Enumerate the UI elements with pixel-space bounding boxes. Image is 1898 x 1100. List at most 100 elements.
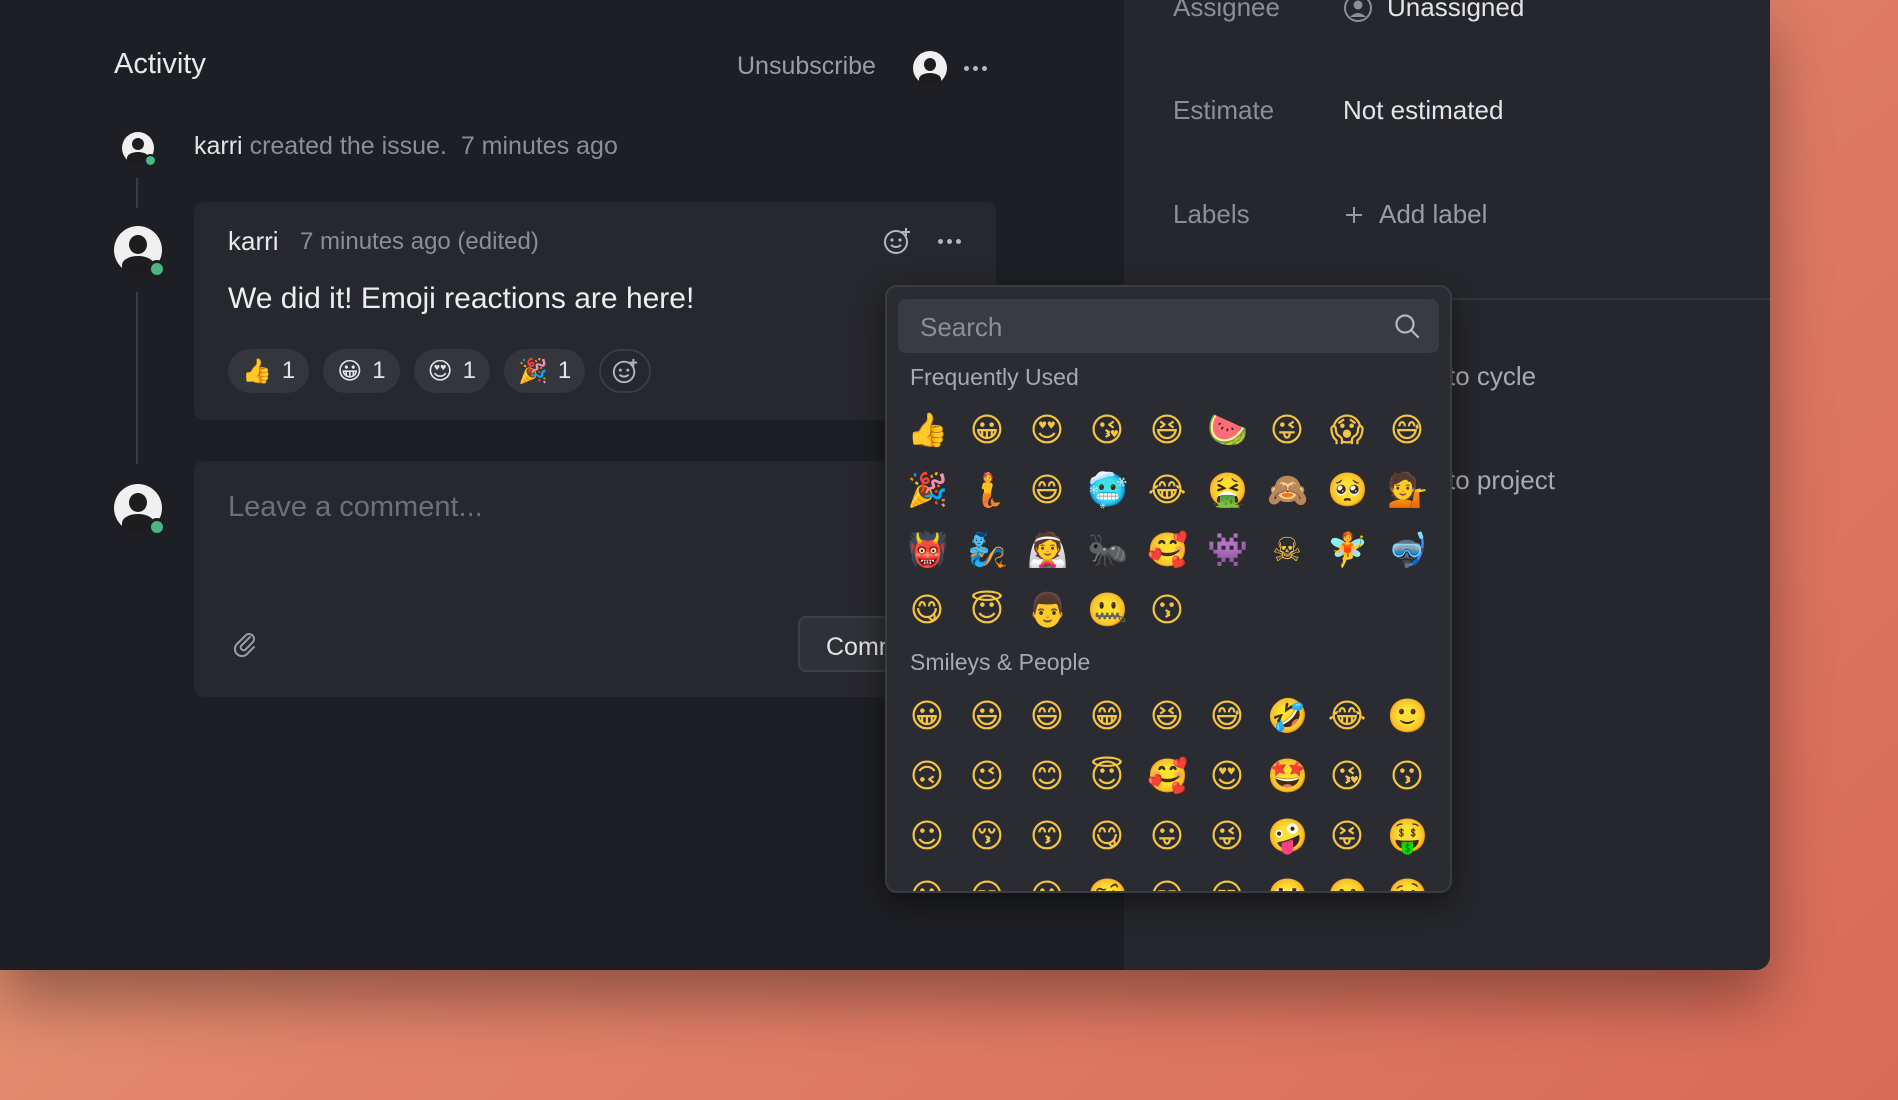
emoji-option-icon[interactable]: ☠ — [1267, 530, 1307, 570]
emoji-option-icon[interactable]: 😐 — [907, 876, 947, 891]
add-label-button[interactable]: Add label — [1343, 199, 1487, 230]
emoji-option-icon[interactable]: 😋 — [907, 590, 947, 630]
emoji-option-icon[interactable]: 🤩 — [1267, 756, 1308, 796]
add-to-cycle[interactable]: to cycle — [1448, 361, 1536, 392]
emoji-option-icon[interactable]: 💁 — [1387, 470, 1428, 510]
emoji-option-icon[interactable]: 😆 — [1147, 410, 1187, 450]
online-indicator — [148, 260, 166, 278]
created-event: karri created the issue. 7 minutes ago — [194, 132, 618, 161]
emoji-option-icon[interactable]: 😋 — [1087, 816, 1127, 856]
emoji-option-icon[interactable]: 😄 — [1027, 696, 1067, 736]
reaction-chip[interactable]: 😍 1 — [413, 349, 491, 393]
add-reaction-button[interactable] — [599, 349, 652, 393]
comment-more-icon[interactable] — [938, 239, 961, 244]
comment-input[interactable]: Leave a comment... — [228, 491, 483, 524]
emoji-option-icon[interactable]: 😜 — [1207, 816, 1247, 856]
emoji-option-icon[interactable]: 🙄 — [1267, 876, 1308, 891]
comment-author[interactable]: karri — [228, 226, 279, 257]
emoji-option-icon[interactable]: 😶 — [1027, 876, 1067, 891]
emoji-option-icon[interactable]: 🤐 — [1087, 590, 1128, 630]
emoji-option-icon[interactable]: 😉 — [967, 756, 1007, 796]
emoji-option-icon[interactable]: 😝 — [1327, 816, 1367, 856]
labels-label: Labels — [1173, 199, 1250, 229]
emoji-option-icon[interactable]: 🥰 — [1147, 530, 1188, 570]
emoji-option-icon[interactable]: 🤣 — [1267, 696, 1308, 736]
emoji-option-icon[interactable]: 😄 — [1027, 470, 1067, 510]
emoji-option-icon[interactable]: 🍉 — [1207, 410, 1248, 450]
emoji-option-icon[interactable]: 👍 — [907, 410, 948, 450]
emoji-option-icon[interactable]: 👾 — [1207, 530, 1248, 570]
emoji-option-icon[interactable]: 😜 — [1267, 410, 1307, 450]
emoji-option-icon[interactable]: 😒 — [1207, 876, 1247, 891]
emoji-option-icon[interactable]: 😗 — [1387, 756, 1427, 796]
emoji-option-icon[interactable]: 😘 — [1327, 756, 1367, 796]
emoji-option-icon[interactable]: 👰 — [1027, 530, 1068, 570]
emoji-option-icon[interactable]: 🤪 — [1267, 816, 1308, 856]
paperclip-icon[interactable] — [232, 629, 258, 659]
emoji-option-icon[interactable]: 😘 — [1087, 410, 1127, 450]
app-window: Assignee Unassigned Estimate Not estimat… — [0, 0, 1770, 970]
emoji-option-icon[interactable]: 🤑 — [1387, 816, 1428, 856]
emoji-option-icon[interactable]: 😇 — [1087, 756, 1127, 796]
emoji-search-input[interactable]: Search — [898, 299, 1439, 353]
unsubscribe-button[interactable]: Unsubscribe — [737, 52, 876, 81]
emoji-option-icon[interactable]: 🤨 — [1087, 876, 1128, 891]
emoji-option-icon[interactable]: 😆 — [1147, 696, 1187, 736]
emoji-option-icon[interactable]: 😀 — [967, 410, 1007, 450]
emoji-option-icon[interactable]: 😙 — [1027, 816, 1067, 856]
emoji-option-icon[interactable]: 🧚 — [1327, 530, 1368, 570]
emoji-option-icon[interactable]: 😇 — [967, 590, 1007, 630]
timeline-line — [136, 178, 138, 208]
emoji-option-icon[interactable]: 🐜 — [1087, 530, 1128, 570]
subscriber-avatar[interactable] — [913, 51, 947, 85]
emoji-option-icon[interactable]: 😁 — [1087, 696, 1127, 736]
emoji-option-icon[interactable]: 👨 — [1027, 590, 1068, 630]
emoji-option-icon[interactable]: 😏 — [1147, 876, 1187, 891]
emoji-option-icon[interactable]: 😀 — [907, 696, 947, 736]
emoji-option-icon[interactable]: 🧜 — [967, 470, 1008, 510]
emoji-option-icon[interactable]: 😬 — [1327, 876, 1368, 891]
estimate-row[interactable]: Estimate Not estimated — [1173, 95, 1503, 126]
emoji-option-icon[interactable]: 😅 — [1207, 696, 1247, 736]
emoji-option-icon[interactable]: 🎉 — [907, 470, 948, 510]
add-reaction-icon[interactable] — [882, 226, 912, 256]
emoji-option-icon[interactable]: 👹 — [907, 530, 948, 570]
reaction-chip[interactable]: 🎉 1 — [504, 349, 586, 393]
emoji-option-icon[interactable]: 😗 — [1147, 590, 1187, 630]
timeline-line — [136, 292, 138, 464]
emoji-option-icon[interactable]: 😊 — [1027, 756, 1067, 796]
emoji-option-icon[interactable]: 🙂 — [1387, 696, 1428, 736]
emoji-option-icon[interactable]: 😂 — [1147, 470, 1187, 510]
comment-composer[interactable]: Leave a comment... Comm — [194, 461, 996, 697]
emoji-option-icon[interactable]: ☺ — [907, 816, 947, 856]
reaction-chip[interactable]: 😀 1 — [323, 349, 400, 393]
plus-icon — [1346, 206, 1362, 223]
emoji-option-icon[interactable]: 😑 — [967, 876, 1007, 891]
emoji-option-icon[interactable]: 😍 — [1027, 410, 1067, 450]
emoji-option-icon[interactable]: 😚 — [967, 816, 1007, 856]
emoji-option-icon[interactable]: 🙈 — [1267, 470, 1308, 510]
emoji-option-icon[interactable]: 🤥 — [1387, 876, 1428, 891]
emoji-option-icon[interactable]: 🧞 — [967, 530, 1008, 570]
emoji-option-icon[interactable]: 😍 — [1207, 756, 1247, 796]
comment-card: karri 7 minutes ago (edited) We did it! … — [194, 202, 996, 420]
online-indicator — [148, 518, 166, 536]
emoji-option-icon[interactable]: 😱 — [1327, 410, 1367, 450]
emoji-option-icon[interactable]: 🥺 — [1327, 470, 1368, 510]
smileys-title: Smileys & People — [910, 649, 1091, 675]
activity-more-icon[interactable] — [964, 66, 987, 71]
reaction-count: 1 — [372, 357, 386, 384]
reaction-count: 1 — [462, 357, 477, 384]
emoji-option-icon[interactable]: 🙃 — [907, 756, 947, 796]
emoji-option-icon[interactable]: 😛 — [1147, 816, 1187, 856]
emoji-option-icon[interactable]: 🤮 — [1207, 470, 1248, 510]
emoji-option-icon[interactable]: 😂 — [1327, 696, 1367, 736]
emoji-option-icon[interactable]: 🥶 — [1087, 470, 1128, 510]
emoji-option-icon[interactable]: 🥰 — [1147, 756, 1188, 796]
reaction-chip[interactable]: 👍 1 — [228, 349, 310, 393]
emoji-option-icon[interactable]: 🤿 — [1387, 530, 1428, 570]
assignee-row[interactable]: Assignee Unassigned — [1173, 0, 1524, 23]
add-to-project[interactable]: to project — [1448, 465, 1555, 496]
emoji-option-icon[interactable]: 😃 — [967, 696, 1007, 736]
emoji-option-icon[interactable]: 😅 — [1387, 410, 1427, 450]
